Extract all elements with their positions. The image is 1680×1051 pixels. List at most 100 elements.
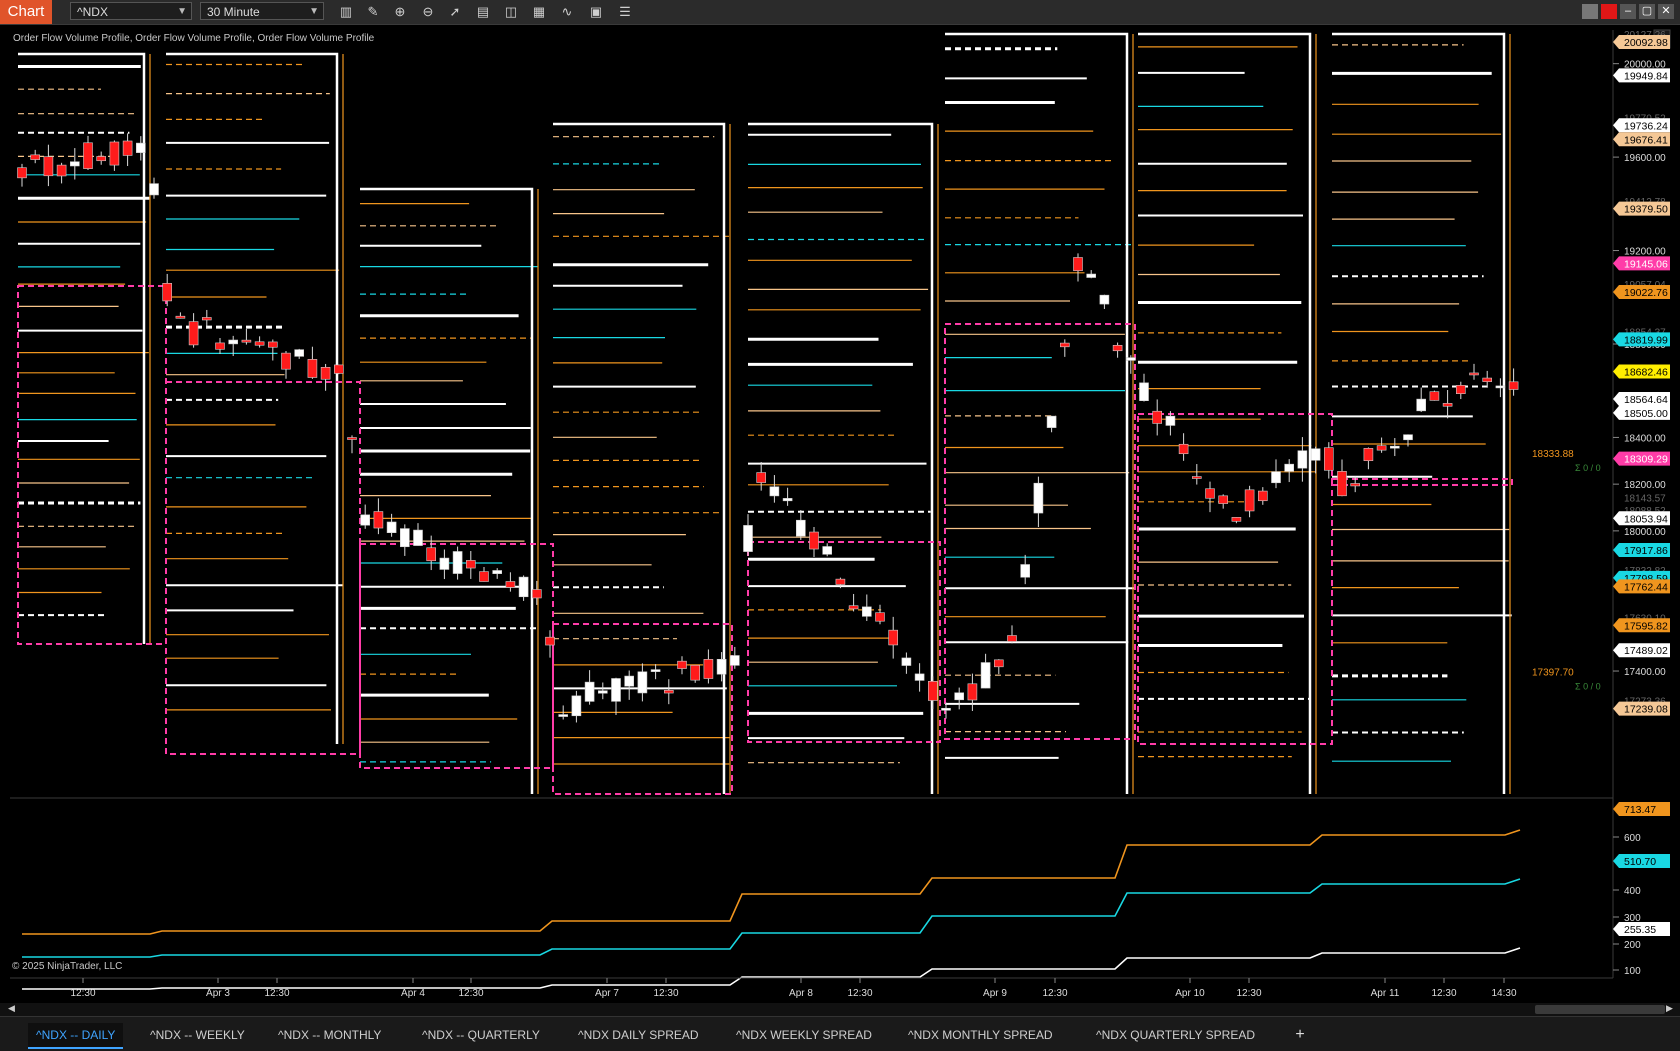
candle-body xyxy=(690,664,701,681)
interval-selector[interactable]: 30 Minute ▼ xyxy=(200,2,324,20)
indicator-title: Order Flow Volume Profile, Order Flow Vo… xyxy=(13,33,375,44)
candle-body xyxy=(1139,382,1149,401)
candle-body xyxy=(624,675,635,687)
candle-body xyxy=(1060,342,1070,348)
candle-body xyxy=(228,339,238,345)
price-marker-label: 17239.08 xyxy=(1624,704,1668,716)
price-marker-label: 17489.02 xyxy=(1624,645,1668,657)
chart-canvas[interactable]: Order Flow Volume Profile, Order Flow Vo… xyxy=(0,24,1680,1003)
tab-ndx-quarterly[interactable]: ^NDX -- QUARTERLY xyxy=(422,1023,540,1047)
candle-body xyxy=(267,341,278,348)
candle-body xyxy=(875,612,885,622)
candle-body xyxy=(241,339,252,343)
cumulative-line xyxy=(22,829,1521,935)
candle-body xyxy=(967,683,978,701)
time-tick-label: Apr 11 xyxy=(1371,988,1400,999)
horizontal-scrollbar[interactable]: ◀ ▶ xyxy=(0,1003,1680,1016)
time-tick-label: 12:30 xyxy=(1236,988,1261,999)
candle-body xyxy=(1284,463,1294,472)
restore-grey-icon[interactable] xyxy=(1582,4,1598,19)
price-tick-label: 18200.00 xyxy=(1624,480,1666,491)
strategies-icon[interactable]: ▣ xyxy=(587,3,605,21)
candle-body xyxy=(1416,398,1426,412)
candle-body xyxy=(505,581,516,588)
bar-type-icon[interactable]: ▥ xyxy=(337,3,355,21)
candle-body xyxy=(584,681,595,702)
candle-body xyxy=(531,589,542,599)
candle-body xyxy=(1271,471,1281,484)
candle-body xyxy=(83,142,93,169)
tab-ndx-monthly-spread[interactable]: ^NDX MONTHLY SPREAD xyxy=(908,1023,1053,1047)
candle-body xyxy=(1126,357,1136,361)
inline-price-label: 18333.88 xyxy=(1532,449,1574,460)
zoom-in-icon[interactable]: ⊕ xyxy=(391,3,409,21)
candle-body xyxy=(1324,447,1334,471)
candle-body xyxy=(769,486,780,497)
candle-body xyxy=(30,154,41,160)
price-marker-label: 19145.06 xyxy=(1624,258,1668,270)
price-tick-label: 18000.00 xyxy=(1624,527,1666,538)
price-tick-label: 19200.00 xyxy=(1624,247,1666,258)
candle-body xyxy=(1165,415,1176,426)
candle-body xyxy=(1469,372,1479,376)
price-marker-label: 18505.00 xyxy=(1624,408,1668,420)
price-axis: 20000.0019600.0019200.0018800.0018400.00… xyxy=(1532,30,1670,716)
session-boundary xyxy=(748,122,934,794)
candle-body xyxy=(1390,445,1400,449)
close-icon[interactable]: ✕ xyxy=(1658,4,1674,19)
candle-body xyxy=(782,498,793,502)
candle-body xyxy=(175,315,186,319)
data-box-icon[interactable]: ▤ xyxy=(474,3,492,21)
candle-body xyxy=(479,571,489,582)
indicators-icon[interactable]: ∿ xyxy=(558,3,576,21)
properties-list-icon[interactable]: ☰ xyxy=(616,3,634,21)
candle-body xyxy=(1442,403,1453,407)
candle-body xyxy=(452,551,463,574)
candle-body xyxy=(1046,415,1057,428)
scroll-left-icon[interactable]: ◀ xyxy=(8,1003,15,1014)
candle-body xyxy=(281,352,291,370)
tab-ndx-weekly[interactable]: ^NDX -- WEEKLY xyxy=(150,1023,245,1047)
tab-ndx-daily[interactable]: ^NDX -- DAILY xyxy=(28,1023,124,1049)
time-tick-label: 12:30 xyxy=(847,988,872,999)
price-tick-label: 17400.00 xyxy=(1624,667,1666,678)
time-tick-label: 12:30 xyxy=(70,988,95,999)
value-area-box xyxy=(165,381,361,755)
drawing-pencil-icon[interactable]: ✎ xyxy=(364,3,382,21)
link-red-icon[interactable] xyxy=(1601,4,1617,19)
chart-window-label[interactable]: Chart xyxy=(0,0,52,24)
templates-icon[interactable]: ▦ xyxy=(530,3,548,21)
candle-body xyxy=(716,658,727,675)
candle-body xyxy=(637,671,648,694)
add-tab-button[interactable]: + xyxy=(1290,1023,1310,1047)
minimize-icon[interactable]: – xyxy=(1620,4,1636,19)
lower-tick-label: 600 xyxy=(1624,833,1641,844)
tab-ndx-daily-spread[interactable]: ^NDX DAILY SPREAD xyxy=(578,1023,699,1047)
candle-body xyxy=(56,164,67,177)
candle-body xyxy=(729,655,740,666)
price-marker-label: 19022.76 xyxy=(1624,287,1668,299)
maximize-icon[interactable]: ▢ xyxy=(1639,4,1655,19)
pointer-icon[interactable]: ➚ xyxy=(446,3,464,21)
instrument-selector[interactable]: ^NDX ▼ xyxy=(70,2,192,20)
lower-axis: 600400300200100713.47510.70255.35 xyxy=(1613,802,1670,977)
price-marker-label: 19736.24 xyxy=(1624,120,1668,132)
candle-body xyxy=(954,692,965,701)
candle-body xyxy=(1376,445,1387,451)
tab-ndx-monthly[interactable]: ^NDX -- MONTHLY xyxy=(278,1023,381,1047)
candle-body xyxy=(597,690,608,694)
candle-body xyxy=(1033,482,1044,514)
candle-body xyxy=(1099,294,1110,305)
zoom-out-icon[interactable]: ⊖ xyxy=(419,3,437,21)
scroll-thumb[interactable] xyxy=(1535,1005,1665,1014)
chevron-down-icon: ▼ xyxy=(309,6,319,17)
chart-trader-icon[interactable]: ◫ xyxy=(502,3,520,21)
candle-body xyxy=(835,578,846,585)
candle-body xyxy=(677,660,687,669)
session-boundary xyxy=(1332,32,1506,794)
scroll-right-icon[interactable]: ▶ xyxy=(1666,1003,1673,1014)
candle-body xyxy=(307,359,318,378)
time-tick-label: Apr 8 xyxy=(789,988,813,999)
tab-ndx-weekly-spread[interactable]: ^NDX WEEKLY SPREAD xyxy=(736,1023,872,1047)
tab-ndx-quarterly-spread[interactable]: ^NDX QUARTERLY SPREAD xyxy=(1096,1023,1255,1047)
